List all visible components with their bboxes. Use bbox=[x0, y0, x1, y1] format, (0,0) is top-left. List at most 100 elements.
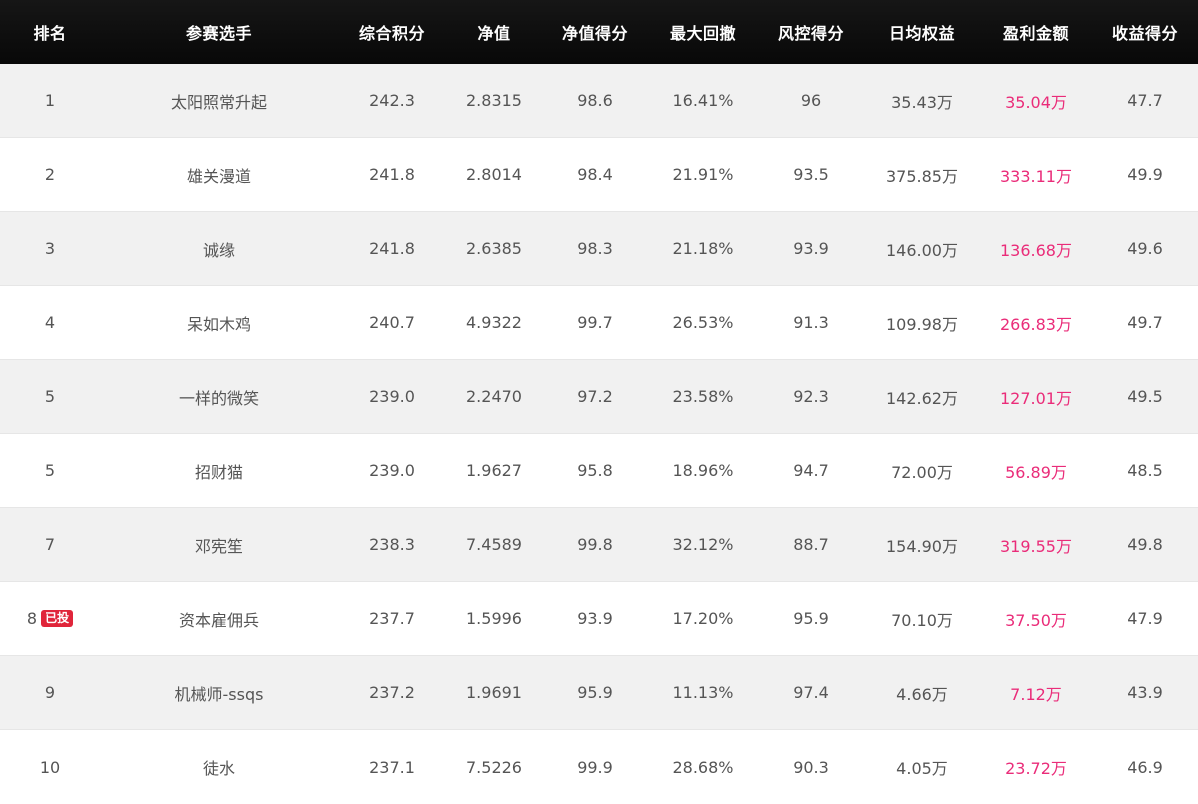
rank-number: 5 bbox=[45, 387, 55, 406]
cell-rank: 7 bbox=[0, 508, 100, 582]
table-row: 5一样的微笑239.02.247097.223.58%92.3142.62万12… bbox=[0, 360, 1198, 434]
cell-max-drawdown: 28.68% bbox=[648, 730, 758, 804]
cell-profit: 333.11万 bbox=[980, 138, 1092, 212]
invested-badge: 已投 bbox=[41, 610, 73, 627]
rank-wrap: 3 bbox=[45, 239, 55, 258]
cell-nav: 7.4589 bbox=[446, 508, 542, 582]
cell-nav: 4.9322 bbox=[446, 286, 542, 360]
cell-nav-score: 97.2 bbox=[542, 360, 648, 434]
cell-nav-score: 98.6 bbox=[542, 64, 648, 138]
header-rank[interactable]: 排名 bbox=[0, 0, 100, 64]
cell-risk-score: 96 bbox=[758, 64, 864, 138]
cell-return-score: 49.8 bbox=[1092, 508, 1198, 582]
cell-return-score: 49.6 bbox=[1092, 212, 1198, 286]
cell-rank: 5 bbox=[0, 360, 100, 434]
cell-rank: 4 bbox=[0, 286, 100, 360]
cell-max-drawdown: 26.53% bbox=[648, 286, 758, 360]
cell-return-score: 46.9 bbox=[1092, 730, 1198, 804]
rank-wrap: 5 bbox=[45, 461, 55, 480]
cell-risk-score: 94.7 bbox=[758, 434, 864, 508]
cell-nav-score: 99.8 bbox=[542, 508, 648, 582]
cell-avg-equity: 4.05万 bbox=[864, 730, 980, 804]
header-player[interactable]: 参赛选手 bbox=[100, 0, 338, 64]
cell-total-score: 241.8 bbox=[338, 138, 446, 212]
header-row: 排名 参赛选手 综合积分 净值 净值得分 最大回撤 风控得分 日均权益 盈利金额… bbox=[0, 0, 1198, 64]
header-profit[interactable]: 盈利金额 bbox=[980, 0, 1092, 64]
cell-avg-equity: 72.00万 bbox=[864, 434, 980, 508]
rank-wrap: 7 bbox=[45, 535, 55, 554]
cell-rank: 3 bbox=[0, 212, 100, 286]
cell-risk-score: 91.3 bbox=[758, 286, 864, 360]
cell-player-name[interactable]: 邓宪笙 bbox=[100, 508, 338, 582]
table-row: 5招财猫239.01.962795.818.96%94.772.00万56.89… bbox=[0, 434, 1198, 508]
cell-total-score: 241.8 bbox=[338, 212, 446, 286]
cell-nav: 2.6385 bbox=[446, 212, 542, 286]
cell-profit: 136.68万 bbox=[980, 212, 1092, 286]
cell-player-name[interactable]: 呆如木鸡 bbox=[100, 286, 338, 360]
cell-total-score: 242.3 bbox=[338, 64, 446, 138]
header-nav[interactable]: 净值 bbox=[446, 0, 542, 64]
cell-risk-score: 97.4 bbox=[758, 656, 864, 730]
header-max-drawdown[interactable]: 最大回撤 bbox=[648, 0, 758, 64]
cell-avg-equity: 375.85万 bbox=[864, 138, 980, 212]
cell-total-score: 239.0 bbox=[338, 360, 446, 434]
cell-max-drawdown: 21.18% bbox=[648, 212, 758, 286]
cell-nav: 7.5226 bbox=[446, 730, 542, 804]
rank-number: 4 bbox=[45, 313, 55, 332]
cell-max-drawdown: 32.12% bbox=[648, 508, 758, 582]
cell-player-name[interactable]: 机械师-ssqs bbox=[100, 656, 338, 730]
rank-number: 8 bbox=[27, 609, 37, 628]
cell-player-name[interactable]: 太阳照常升起 bbox=[100, 64, 338, 138]
header-total-score[interactable]: 综合积分 bbox=[338, 0, 446, 64]
rank-number: 7 bbox=[45, 535, 55, 554]
cell-profit: 56.89万 bbox=[980, 434, 1092, 508]
cell-max-drawdown: 16.41% bbox=[648, 64, 758, 138]
cell-avg-equity: 154.90万 bbox=[864, 508, 980, 582]
cell-return-score: 47.7 bbox=[1092, 64, 1198, 138]
table-row: 8已投资本雇佣兵237.71.599693.917.20%95.970.10万3… bbox=[0, 582, 1198, 656]
cell-rank: 10 bbox=[0, 730, 100, 804]
cell-rank: 2 bbox=[0, 138, 100, 212]
rank-wrap: 1 bbox=[45, 91, 55, 110]
cell-return-score: 49.7 bbox=[1092, 286, 1198, 360]
cell-return-score: 43.9 bbox=[1092, 656, 1198, 730]
rank-number: 3 bbox=[45, 239, 55, 258]
cell-total-score: 240.7 bbox=[338, 286, 446, 360]
cell-nav: 2.2470 bbox=[446, 360, 542, 434]
header-risk-score[interactable]: 风控得分 bbox=[758, 0, 864, 64]
cell-nav: 2.8014 bbox=[446, 138, 542, 212]
cell-nav-score: 95.8 bbox=[542, 434, 648, 508]
table-row: 9机械师-ssqs237.21.969195.911.13%97.44.66万7… bbox=[0, 656, 1198, 730]
cell-profit: 319.55万 bbox=[980, 508, 1092, 582]
cell-return-score: 48.5 bbox=[1092, 434, 1198, 508]
cell-total-score: 237.7 bbox=[338, 582, 446, 656]
cell-nav-score: 98.3 bbox=[542, 212, 648, 286]
cell-max-drawdown: 17.20% bbox=[648, 582, 758, 656]
cell-player-name[interactable]: 诚缘 bbox=[100, 212, 338, 286]
table-body: 1太阳照常升起242.32.831598.616.41%9635.43万35.0… bbox=[0, 64, 1198, 804]
cell-profit: 127.01万 bbox=[980, 360, 1092, 434]
cell-nav: 1.9691 bbox=[446, 656, 542, 730]
header-nav-score[interactable]: 净值得分 bbox=[542, 0, 648, 64]
cell-profit: 7.12万 bbox=[980, 656, 1092, 730]
rank-wrap: 5 bbox=[45, 387, 55, 406]
cell-rank: 9 bbox=[0, 656, 100, 730]
cell-player-name[interactable]: 一样的微笑 bbox=[100, 360, 338, 434]
header-avg-equity[interactable]: 日均权益 bbox=[864, 0, 980, 64]
table-row: 2雄关漫道241.82.801498.421.91%93.5375.85万333… bbox=[0, 138, 1198, 212]
cell-total-score: 238.3 bbox=[338, 508, 446, 582]
rank-number: 9 bbox=[45, 683, 55, 702]
cell-player-name[interactable]: 徒水 bbox=[100, 730, 338, 804]
header-return-score[interactable]: 收益得分 bbox=[1092, 0, 1198, 64]
cell-risk-score: 93.5 bbox=[758, 138, 864, 212]
table-row: 7邓宪笙238.37.458999.832.12%88.7154.90万319.… bbox=[0, 508, 1198, 582]
rank-number: 1 bbox=[45, 91, 55, 110]
cell-nav: 1.5996 bbox=[446, 582, 542, 656]
cell-avg-equity: 35.43万 bbox=[864, 64, 980, 138]
rank-wrap: 9 bbox=[45, 683, 55, 702]
cell-player-name[interactable]: 招财猫 bbox=[100, 434, 338, 508]
cell-profit: 37.50万 bbox=[980, 582, 1092, 656]
rank-wrap: 4 bbox=[45, 313, 55, 332]
cell-player-name[interactable]: 资本雇佣兵 bbox=[100, 582, 338, 656]
cell-player-name[interactable]: 雄关漫道 bbox=[100, 138, 338, 212]
